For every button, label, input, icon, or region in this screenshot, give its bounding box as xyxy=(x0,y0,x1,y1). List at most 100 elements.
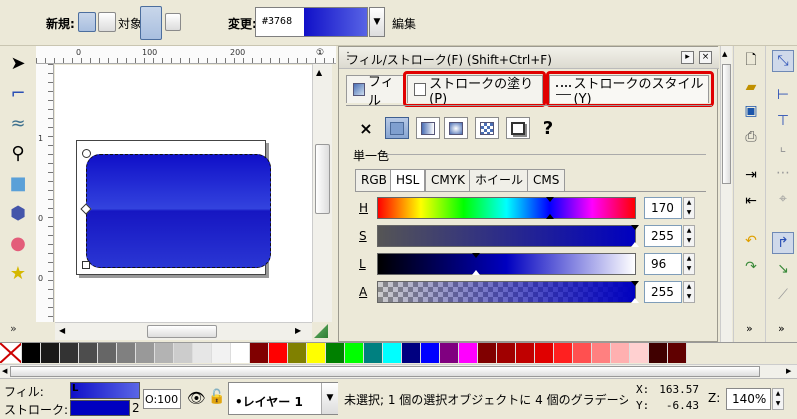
palette-swatch[interactable] xyxy=(345,343,364,363)
stroke-width[interactable]: 2 xyxy=(132,401,140,415)
saturation-value-field[interactable]: 255 xyxy=(644,225,682,247)
scroll-left-icon[interactable]: ◀ xyxy=(59,326,65,335)
snap-intersections-button[interactable]: ⟋ xyxy=(772,284,794,306)
lightness-slider[interactable] xyxy=(377,253,636,275)
dialog-scroll-thumb[interactable] xyxy=(722,64,731,184)
palette-scrollbar[interactable]: ◀ ▶ xyxy=(0,364,797,378)
snap-toggle-button[interactable]: ⤡ xyxy=(772,50,794,72)
palette-swatch[interactable] xyxy=(554,343,573,363)
palette-swatch[interactable] xyxy=(630,343,649,363)
palette-swatch[interactable] xyxy=(459,343,478,363)
gradient-stop-handle[interactable] xyxy=(82,261,90,269)
palette-swatch[interactable] xyxy=(155,343,174,363)
ellipse-tool[interactable]: ● xyxy=(4,230,32,256)
palette-swatch[interactable] xyxy=(136,343,155,363)
none-swatch[interactable] xyxy=(0,343,22,363)
gradient-rectangle[interactable] xyxy=(86,154,271,268)
palette-swatch[interactable] xyxy=(649,343,668,363)
palette-swatch[interactable] xyxy=(402,343,421,363)
import-button[interactable]: ⇥ xyxy=(740,164,762,186)
pattern-button[interactable] xyxy=(475,117,499,139)
save-button[interactable]: ▣ xyxy=(740,100,762,122)
tab-wheel[interactable]: ホイール xyxy=(469,169,530,191)
color-management-icon[interactable] xyxy=(314,324,328,338)
new-document-button[interactable]: 🗋 xyxy=(740,50,762,72)
palette-swatch[interactable] xyxy=(60,343,79,363)
corner-handle[interactable] xyxy=(82,149,91,158)
swatch-button[interactable] xyxy=(506,117,530,139)
commands-overflow-icon[interactable]: » xyxy=(746,322,753,335)
snap-centers-button[interactable]: ⌖ xyxy=(772,188,794,210)
open-button[interactable]: ▰ xyxy=(740,76,762,98)
apply-to-stroke-button[interactable] xyxy=(165,13,181,31)
palette-swatch[interactable] xyxy=(440,343,459,363)
palette-swatch[interactable] xyxy=(231,343,250,363)
snap-edges-button[interactable]: ⊤ xyxy=(772,110,794,132)
redo-button[interactable]: ↷ xyxy=(740,256,762,278)
dialog-close-button[interactable]: × xyxy=(699,51,712,64)
palette-swatch[interactable] xyxy=(193,343,212,363)
lightness-value-field[interactable]: 96 xyxy=(644,253,682,275)
print-button[interactable]: ⎙ xyxy=(740,126,762,148)
tab-hsl[interactable]: HSL xyxy=(390,169,426,192)
palette-swatch[interactable] xyxy=(668,343,687,363)
scroll-up-icon[interactable]: ▲ xyxy=(722,50,727,58)
palette-swatch[interactable] xyxy=(117,343,136,363)
scroll-right-icon[interactable]: ▶ xyxy=(295,326,301,335)
alpha-slider[interactable] xyxy=(377,281,639,303)
palette-swatch[interactable] xyxy=(592,343,611,363)
tab-fill[interactable]: フィル xyxy=(346,75,404,109)
palette-swatch[interactable] xyxy=(535,343,554,363)
palette-swatch[interactable] xyxy=(478,343,497,363)
no-paint-button[interactable]: × xyxy=(354,117,378,139)
tab-rgb[interactable]: RGB xyxy=(355,169,393,191)
snap-midpoints-button[interactable]: ⋯ xyxy=(772,162,794,184)
palette-swatch[interactable] xyxy=(288,343,307,363)
palette-swatch[interactable] xyxy=(516,343,535,363)
lock-icon[interactable]: 🔓 xyxy=(208,389,225,405)
horizontal-scrollbar[interactable]: ◀ ▶ xyxy=(55,322,312,340)
scroll-left-icon[interactable]: ◀ xyxy=(2,367,7,375)
linear-gradient-button[interactable] xyxy=(416,117,440,139)
palette-swatch[interactable] xyxy=(22,343,41,363)
palette-swatch[interactable] xyxy=(41,343,60,363)
palette-swatch[interactable] xyxy=(326,343,345,363)
unset-paint-button[interactable]: ? xyxy=(536,117,560,139)
alpha-spinner[interactable]: ▲ ▼ xyxy=(683,281,695,303)
opacity-field[interactable]: O:100 xyxy=(143,389,181,409)
stroke-indicator[interactable] xyxy=(70,400,130,416)
tab-cms[interactable]: CMS xyxy=(527,169,566,191)
palette-swatch[interactable] xyxy=(383,343,402,363)
new-radial-gradient-button[interactable] xyxy=(98,12,116,32)
snap-paths-button[interactable]: ↘ xyxy=(772,258,794,280)
fill-indicator[interactable]: L xyxy=(70,382,140,399)
radial-gradient-button[interactable] xyxy=(444,117,468,139)
hue-value-field[interactable]: 170 xyxy=(644,197,682,219)
snap-overflow-icon[interactable]: » xyxy=(778,322,785,335)
rect-tool[interactable]: ■ xyxy=(4,170,32,196)
palette-swatch[interactable] xyxy=(98,343,117,363)
palette-swatch[interactable] xyxy=(79,343,98,363)
palette-swatch[interactable] xyxy=(269,343,288,363)
selector-tool[interactable]: ➤ xyxy=(4,50,32,76)
toolbox-overflow-icon[interactable]: » xyxy=(10,322,17,335)
palette-swatch[interactable] xyxy=(250,343,269,363)
scroll-up-icon[interactable]: ▲ xyxy=(316,68,322,77)
palette-swatch[interactable] xyxy=(307,343,326,363)
alpha-value-field[interactable]: 255 xyxy=(644,281,682,303)
alpha-slider-marker[interactable] xyxy=(631,281,639,286)
export-button[interactable]: ⇤ xyxy=(740,190,762,212)
palette-swatch[interactable] xyxy=(174,343,193,363)
lightness-slider-marker[interactable] xyxy=(471,253,480,258)
lightness-spinner[interactable]: ▲ ▼ xyxy=(683,253,695,275)
hue-slider[interactable] xyxy=(377,197,636,219)
eye-icon[interactable]: 👁 xyxy=(187,389,206,407)
dialog-scrollbar[interactable]: ▲ xyxy=(720,46,732,342)
palette-swatch[interactable] xyxy=(497,343,516,363)
zoom-fit-icon[interactable]: ① xyxy=(316,48,324,58)
layer-dropdown-button[interactable]: ▼ xyxy=(321,383,338,414)
tab-cmyk[interactable]: CMYK xyxy=(425,169,471,191)
snap-corners-button[interactable]: ⌞ xyxy=(772,136,794,158)
star-tool[interactable]: ★ xyxy=(4,260,32,286)
layer-selector[interactable]: •レイヤー 1 ▼ xyxy=(228,382,338,415)
